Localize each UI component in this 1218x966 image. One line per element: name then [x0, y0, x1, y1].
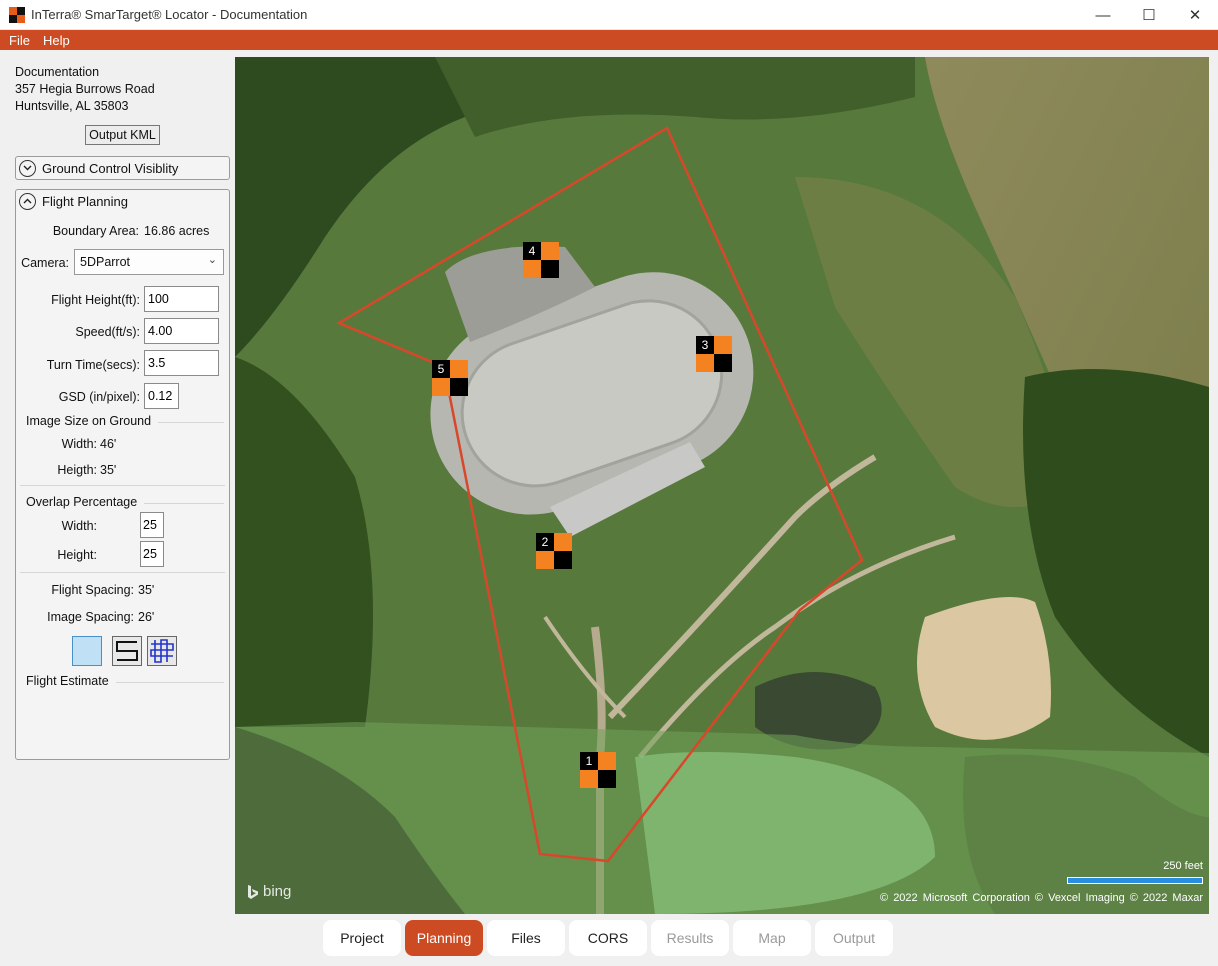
turn-time-input[interactable]: [144, 350, 219, 376]
target-marker-5[interactable]: 5: [432, 360, 468, 396]
image-spacing-value: 26': [138, 610, 155, 624]
scale-label: 250 feet: [1163, 860, 1203, 872]
project-address: Documentation 357 Hegia Burrows Road Hun…: [15, 64, 155, 115]
target-marker-1-label: 1: [580, 752, 598, 770]
image-size-title: Image Size on Ground: [26, 414, 152, 428]
close-button[interactable]: ✕: [1172, 0, 1218, 30]
tab-results: Results: [651, 920, 729, 956]
address-line-2: Huntsville, AL 35803: [15, 99, 129, 113]
target-marker-4[interactable]: 4: [523, 242, 559, 278]
flight-planning-header[interactable]: Flight Planning: [16, 190, 229, 212]
chevron-up-circle-icon[interactable]: [19, 192, 36, 210]
target-marker-3-label: 3: [696, 336, 714, 354]
bing-logo: bing: [247, 883, 291, 900]
gsd-input[interactable]: [144, 383, 179, 409]
image-height-label: Heigth:: [57, 463, 97, 477]
ground-control-header[interactable]: Ground Control Visiblity: [16, 157, 229, 179]
tab-map: Map: [733, 920, 811, 956]
address-line-1: 357 Hegia Burrows Road: [15, 82, 155, 96]
target-marker-2[interactable]: 2: [536, 533, 572, 569]
flight-planning-section: Flight Planning Boundary Area: 16.86 acr…: [15, 189, 230, 760]
flight-estimate-title: Flight Estimate: [26, 674, 109, 688]
overlap-bottom-divider: [20, 572, 225, 573]
bing-icon: [248, 884, 258, 899]
title-bar: InTerra® SmarTarget® Locator - Documenta…: [0, 0, 1218, 30]
serpentine-pattern-button[interactable]: [112, 636, 142, 666]
overlap-width-input[interactable]: [140, 512, 164, 538]
project-name: Documentation: [15, 65, 100, 79]
image-spacing-label: Image Spacing:: [47, 610, 134, 624]
left-panel: Documentation 357 Hegia Burrows Road Hun…: [0, 50, 235, 916]
tab-planning[interactable]: Planning: [405, 920, 483, 956]
map-copyright: © 2022 Microsoft Corporation © Vexcel Im…: [880, 892, 1203, 904]
output-kml-button[interactable]: Output KML: [85, 125, 160, 145]
overlap-divider: [144, 503, 224, 504]
image-width-value: 46': [100, 437, 117, 451]
window-title: InTerra® SmarTarget® Locator - Documenta…: [31, 7, 308, 22]
speed-label: Speed(ft/s):: [75, 325, 140, 339]
tab-files[interactable]: Files: [487, 920, 565, 956]
flight-height-input[interactable]: [144, 286, 219, 312]
target-marker-1[interactable]: 1: [580, 752, 616, 788]
ground-control-section[interactable]: Ground Control Visiblity: [15, 156, 230, 180]
target-marker-4-label: 4: [523, 242, 541, 260]
no-pattern-icon: [72, 636, 102, 666]
window-controls: — ☐ ✕: [1080, 0, 1218, 30]
maximize-button[interactable]: ☐: [1126, 0, 1172, 30]
no-pattern-button[interactable]: [72, 636, 102, 666]
image-height-value: 35': [100, 463, 117, 477]
target-marker-3[interactable]: 3: [696, 336, 732, 372]
menu-file[interactable]: File: [0, 33, 34, 48]
camera-label: Camera:: [21, 256, 69, 270]
flight-planning-title: Flight Planning: [42, 193, 128, 209]
boundary-area-label: Boundary Area:: [52, 224, 139, 238]
flight-spacing-value: 35': [138, 583, 155, 597]
target-marker-5-label: 5: [432, 360, 450, 378]
grid-pattern-icon: [147, 636, 177, 666]
image-width-label: Width:: [61, 437, 97, 451]
chevron-down-circle-icon[interactable]: [19, 159, 36, 177]
image-size-bottom-divider: [20, 485, 225, 486]
map-view[interactable]: 4 3 5 2 1 bing 250 feet © 2022 Microsoft…: [235, 57, 1209, 914]
image-size-divider: [158, 422, 224, 423]
aerial-imagery: [235, 57, 1209, 914]
camera-select-value: 5DParrot: [80, 255, 131, 269]
tab-cors[interactable]: CORS: [569, 920, 647, 956]
menu-help[interactable]: Help: [34, 33, 74, 48]
overlap-title: Overlap Percentage: [26, 495, 138, 509]
camera-select[interactable]: 5DParrot ⌄: [74, 249, 224, 275]
bing-label: bing: [263, 883, 292, 900]
chevron-down-icon: ⌄: [207, 254, 217, 266]
bottom-tabs: Project Planning Files CORS Results Map …: [323, 920, 897, 956]
turn-time-label: Turn Time(secs):: [46, 358, 140, 372]
tab-project[interactable]: Project: [323, 920, 401, 956]
menu-bar: File Help: [0, 30, 1218, 50]
ground-control-title: Ground Control Visiblity: [42, 160, 179, 176]
overlap-width-label: Width:: [61, 519, 97, 533]
boundary-area-value: 16.86 acres: [144, 224, 210, 238]
overlap-height-input[interactable]: [140, 541, 164, 567]
flight-height-label: Flight Height(ft):: [51, 293, 140, 307]
gsd-label: GSD (in/pixel):: [58, 390, 140, 404]
speed-input[interactable]: [144, 318, 219, 344]
flight-estimate-divider: [116, 682, 224, 683]
minimize-button[interactable]: —: [1080, 0, 1126, 30]
tab-output: Output: [815, 920, 893, 956]
scale-bar: [1067, 877, 1203, 884]
overlap-height-label: Height:: [57, 548, 97, 562]
target-marker-2-label: 2: [536, 533, 554, 551]
flight-spacing-label: Flight Spacing:: [51, 583, 134, 597]
grid-pattern-button[interactable]: [147, 636, 177, 666]
serpentine-pattern-icon: [112, 636, 142, 666]
app-logo-icon: [9, 6, 25, 23]
